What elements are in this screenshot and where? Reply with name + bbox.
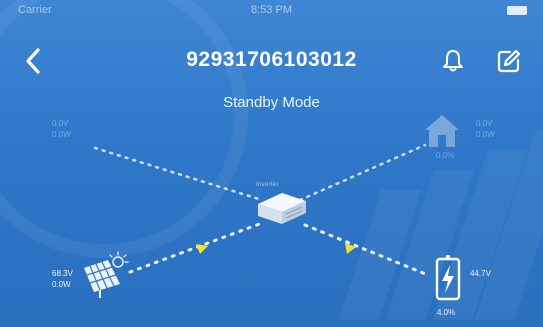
- energy-flow-diagram: [84, 115, 461, 301]
- grid-flow-line: [93, 146, 264, 202]
- grid-readings: 0.0V 0.0W: [52, 118, 71, 140]
- battery-flow-line: [303, 223, 430, 277]
- solar-flow-arrow: [196, 244, 208, 254]
- battery-voltage: 44.7V: [470, 269, 491, 278]
- battery-percent: 4.0%: [437, 308, 456, 317]
- load-readings: 0.0V 0.0W: [476, 118, 495, 140]
- battery-charging-icon: [435, 255, 461, 301]
- inverter-label: Inverter: [256, 182, 279, 188]
- load-power: 0.0W: [476, 130, 495, 139]
- solar-power: 0.0W: [52, 280, 71, 289]
- solar-readings: 68.3V 0.0W: [52, 268, 73, 290]
- load-percent: 0.0%: [436, 151, 455, 160]
- solar-flow-line: [128, 221, 264, 274]
- grid-power: 0.0W: [52, 130, 71, 139]
- inverter-icon: [258, 193, 306, 224]
- home-icon: [425, 115, 459, 147]
- solar-panel-icon: [84, 251, 129, 298]
- load-voltage: 0.0V: [476, 119, 493, 128]
- solar-voltage: 68.3V: [52, 269, 73, 278]
- app-screen: Carrier 8:53 PM 92931706103012 Standby M…: [0, 0, 543, 327]
- load-flow-line: [298, 143, 427, 202]
- grid-voltage: 0.0V: [52, 119, 69, 128]
